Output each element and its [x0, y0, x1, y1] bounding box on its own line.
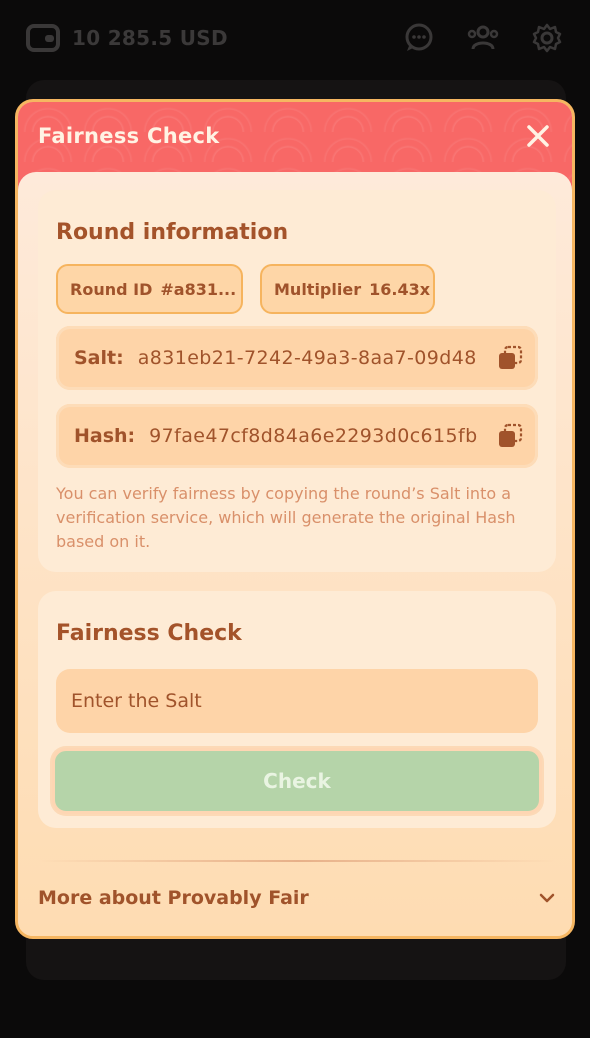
verification-note: You can verify fairness by copying the r… [56, 484, 516, 551]
close-icon[interactable] [526, 124, 550, 148]
round-id-value: #a831... [160, 279, 237, 299]
round-id-chip: Round ID #a831... [56, 264, 243, 314]
more-label: More about Provably Fair [38, 887, 309, 909]
more-about-provably-fair[interactable]: More about Provably Fair [38, 878, 556, 918]
gear-icon[interactable] [530, 21, 564, 55]
multiplier-value: 16.43x [369, 279, 431, 299]
salt-input[interactable] [56, 669, 538, 733]
salt-field: Salt: a831eb21-7242-49a3-8aa7-09d48 [56, 326, 538, 390]
fairness-check-heading: Fairness Check [56, 621, 242, 646]
balance-text: 10 285.5 USD [72, 26, 228, 50]
check-button[interactable]: Check [52, 748, 542, 814]
wallet-balance[interactable]: 10 285.5 USD [26, 24, 228, 52]
round-info-heading: Round information [56, 220, 289, 245]
divider [38, 860, 556, 862]
salt-value: a831eb21-7242-49a3-8aa7-09d48 [137, 347, 477, 369]
hash-label: Hash: [74, 425, 136, 447]
multiplier-chip: Multiplier 16.43x [260, 264, 435, 314]
users-icon[interactable] [466, 21, 500, 55]
hash-field: Hash: 97fae47cf8d84a6e2293d0c615fb [56, 404, 538, 468]
chat-icon[interactable] [402, 21, 436, 55]
copy-hash-icon[interactable] [496, 422, 524, 450]
copy-salt-icon[interactable] [496, 344, 524, 372]
modal-body: Round information Round ID #a831... Mult… [18, 172, 572, 936]
fairness-modal: Fairness Check Round information Round I… [15, 99, 575, 939]
top-bar: 10 285.5 USD [0, 0, 590, 76]
salt-label: Salt: [74, 347, 124, 369]
hash-value: 97fae47cf8d84a6e2293d0c615fb [149, 425, 478, 447]
multiplier-label: Multiplier [274, 279, 362, 299]
modal-title: Fairness Check [38, 124, 220, 148]
chevron-down-icon [539, 893, 555, 903]
round-id-label: Round ID [70, 279, 153, 299]
round-info-panel: Round information Round ID #a831... Mult… [38, 190, 556, 572]
wallet-icon [26, 24, 60, 52]
fairness-check-panel: Fairness Check Check [38, 591, 556, 828]
